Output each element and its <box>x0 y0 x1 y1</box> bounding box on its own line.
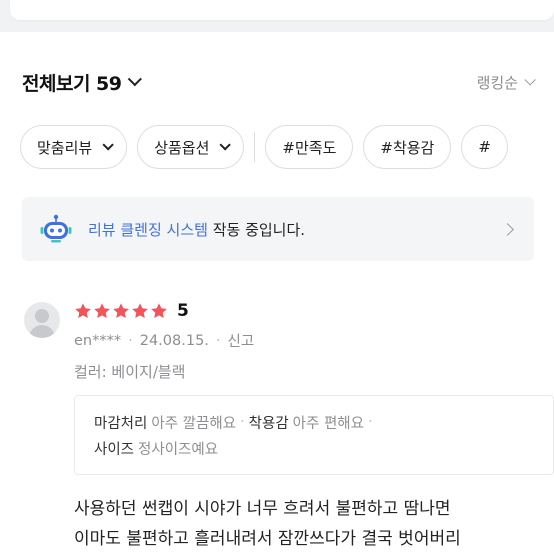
purchased-option: 컬러: 베이지/블랙 <box>74 363 186 381</box>
robot-icon <box>40 214 72 244</box>
chip-label: #착용감 <box>380 138 435 157</box>
rating-score: 5 <box>177 301 189 321</box>
survey-separator: · <box>240 414 245 430</box>
star-icon <box>151 303 167 319</box>
survey-line-2: 사이즈 정사이즈예요 <box>94 435 542 461</box>
sort-label: 랭킹순 <box>476 73 518 92</box>
report-link[interactable]: 신고 <box>228 330 255 351</box>
survey-separator: · <box>367 414 373 430</box>
chip-label: # <box>478 138 491 156</box>
chip-divider <box>254 132 256 162</box>
previous-card-edge <box>10 0 554 20</box>
sort-dropdown[interactable]: 랭킹순 <box>476 72 536 93</box>
review-content: 사용하던 썬캡이 시야가 너무 흐려서 불편하고 땀나면 이마도 불편하고 흘러… <box>74 494 554 554</box>
survey-key: 마감처리 <box>94 415 148 432</box>
review-cleansing-notice[interactable]: 리뷰 클렌징 시스템 작동 중입니다. <box>22 197 534 261</box>
top-background-strip <box>0 0 554 32</box>
filter-chip-product-option[interactable]: 상품옵션 <box>137 125 245 169</box>
filter-chip-more[interactable]: # <box>461 125 508 169</box>
reviewer-id: en**** <box>74 332 122 349</box>
review-content-line: 이마도 불편하고 흘러내려서 잠깐쓰다가 결국 벗어버리 <box>74 529 461 549</box>
chip-label: #만족도 <box>282 138 337 157</box>
chevron-down-icon <box>128 72 143 87</box>
review-count-title: 전체보기 59 <box>22 72 122 95</box>
survey-key: 사이즈 <box>94 441 135 458</box>
notice-suffix: 작동 중입니다. <box>207 220 306 239</box>
notice-text: 리뷰 클렌징 시스템 작동 중입니다. <box>88 219 503 240</box>
survey-answers: 마감처리 아주 깔끔해요 · 착용감 아주 편해요 · 사이즈 정사이즈예요 <box>74 395 542 473</box>
review-meta: en**** · 24.08.15. · 신고 <box>74 330 254 351</box>
chip-label: 상품옵션 <box>154 138 210 157</box>
filter-chip-bar: 맞춤리뷰 상품옵션 #만족도 #착용감 # <box>20 124 554 170</box>
meta-separator: · <box>128 332 133 349</box>
rating-row: 5 <box>74 300 189 322</box>
star-icon <box>132 303 148 319</box>
star-icon <box>75 303 91 319</box>
meta-separator: · <box>215 332 221 349</box>
filter-chip-custom-review[interactable]: 맞춤리뷰 <box>20 125 128 169</box>
survey-value: 아주 깔끔해요 <box>151 415 237 432</box>
chevron-down-icon <box>102 139 114 151</box>
star-rating <box>74 302 169 320</box>
notice-highlight: 리뷰 클렌징 시스템 <box>88 220 208 239</box>
review-content-line: 사용하던 썬캡이 시야가 너무 흐려서 불편하고 땀나면 <box>74 499 451 519</box>
review-list-header: 전체보기 59 랭킹순 <box>22 64 536 100</box>
avatar <box>24 302 60 338</box>
filter-chip-satisfaction[interactable]: #만족도 <box>265 125 354 169</box>
survey-value: 정사이즈예요 <box>138 441 219 458</box>
star-icon <box>113 303 129 319</box>
chevron-right-icon <box>501 222 514 236</box>
chip-label: 맞춤리뷰 <box>37 138 93 157</box>
review-count-dropdown[interactable]: 전체보기 59 <box>22 69 143 96</box>
filter-chip-fit[interactable]: #착용감 <box>363 125 452 169</box>
review-date: 24.08.15. <box>139 332 209 349</box>
chevron-down-icon <box>219 139 232 151</box>
chevron-down-icon <box>524 74 536 86</box>
star-icon <box>94 303 110 319</box>
survey-key: 착용감 <box>248 415 289 432</box>
survey-line-1: 마감처리 아주 깔끔해요 · 착용감 아주 편해요 · <box>94 409 542 435</box>
survey-value: 아주 편해요 <box>292 415 364 432</box>
